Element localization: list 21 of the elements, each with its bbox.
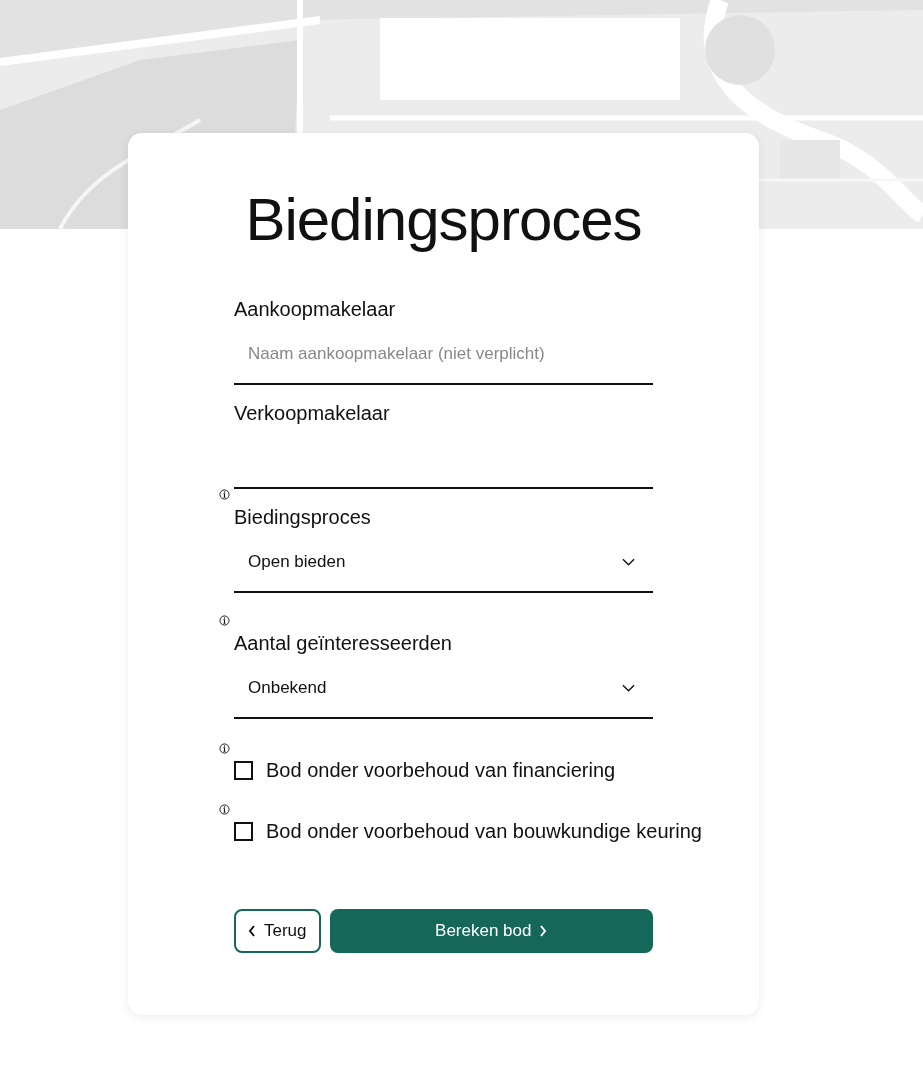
- info-icon[interactable]: [219, 615, 230, 626]
- dropdown[interactable]: Onbekend: [234, 657, 653, 719]
- field-label: Verkoopmakelaar: [234, 401, 391, 426]
- checkbox-label: Bod onder voorbehoud van financiering: [266, 759, 616, 782]
- dropdown[interactable]: Open bieden: [234, 531, 653, 593]
- page-title: Biedingsproces: [244, 185, 643, 255]
- chevron-down-icon: [622, 558, 635, 566]
- back-button[interactable]: Terug: [234, 909, 321, 953]
- field-label: Aankoopmakelaar: [234, 297, 397, 322]
- info-icon[interactable]: [219, 804, 230, 815]
- calculate-button[interactable]: Bereken bod: [329, 909, 653, 953]
- info-icon[interactable]: [219, 743, 230, 754]
- checkbox[interactable]: [234, 761, 253, 780]
- chevron-right-icon: [539, 925, 548, 937]
- checkbox-label: Bod onder voorbehoud van bouwkundige keuring: [266, 820, 702, 843]
- field-label: Aantal geïnteresseerden: [234, 631, 453, 656]
- info-icon[interactable]: [219, 489, 230, 500]
- chevron-down-icon: [622, 684, 635, 692]
- chevron-left-icon: [248, 925, 256, 937]
- checkbox[interactable]: [234, 822, 253, 841]
- field-label: Biedingsproces: [234, 505, 372, 530]
